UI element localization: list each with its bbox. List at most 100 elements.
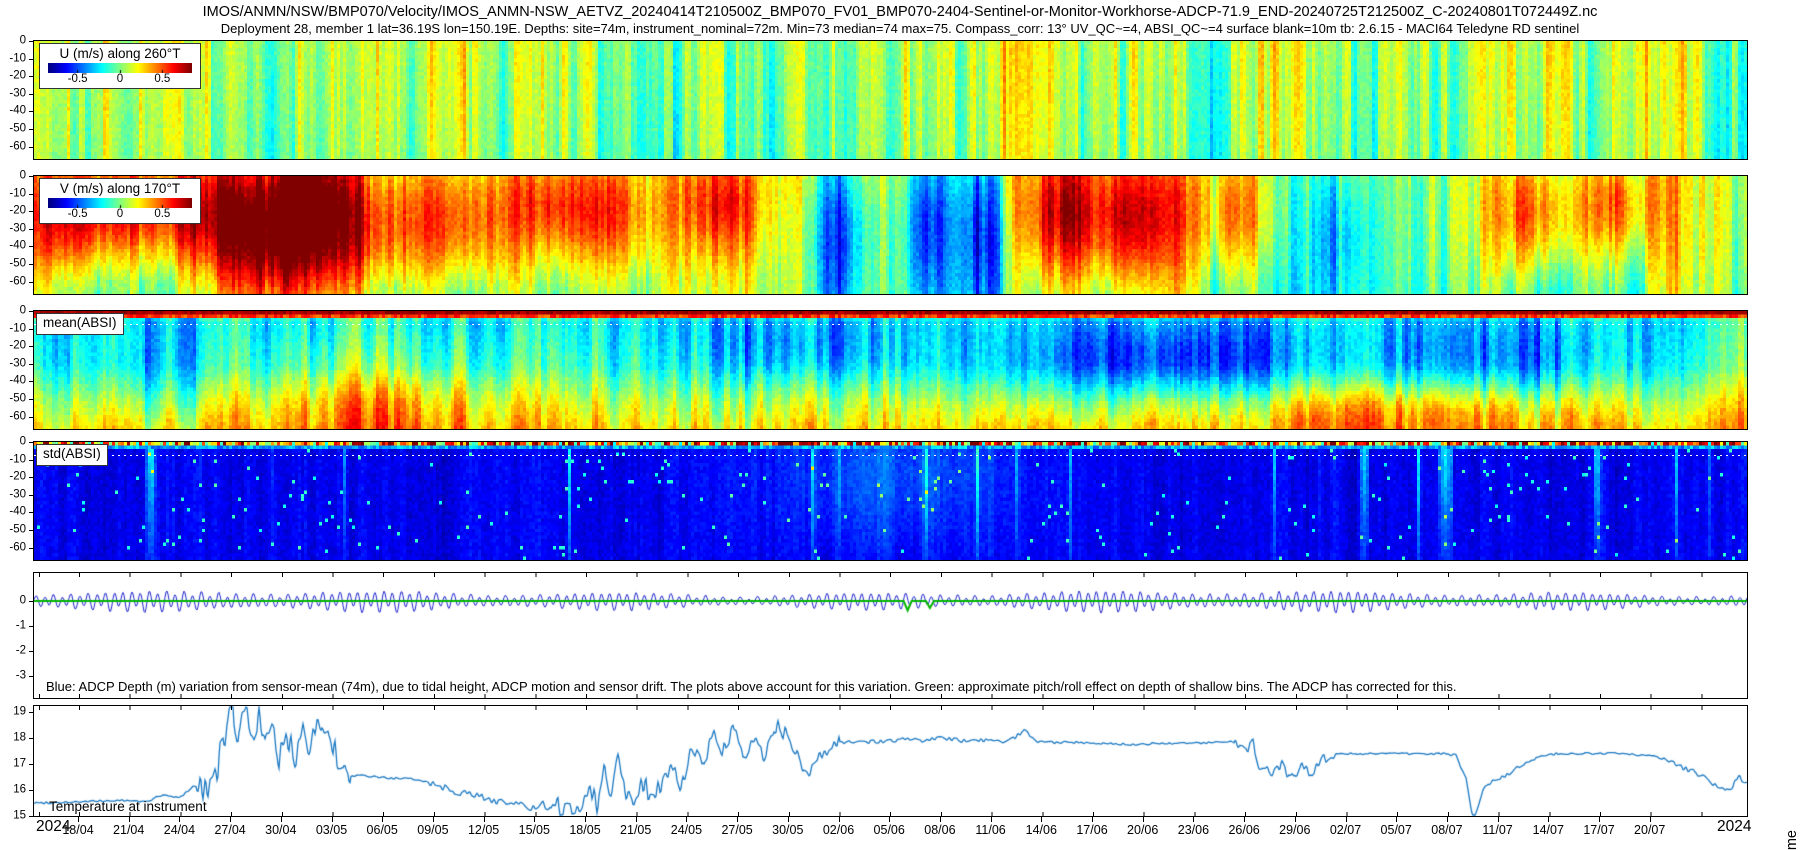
y-tick-label: -60 [9,540,26,553]
x-tick-mark [1446,817,1448,822]
y-tick-label: -20 [9,69,26,82]
y-tick-label: -2 [15,644,26,657]
y-tick-label: -1 [15,619,26,632]
y-tick-label: -30 [9,357,26,370]
x-tick-mark [1548,817,1550,822]
y-tick-label: -10 [9,51,26,64]
v-colorbar-ticks: -0.5 0 0.5 [48,208,192,221]
y-tick-mark [29,228,34,230]
y-tick-label: -50 [9,523,26,536]
y-tick-mark [29,41,34,42]
y-tick-mark [29,363,34,365]
y-tick-mark [29,381,34,383]
depth-variation-annotation: Blue: ADCP Depth (m) variation from sens… [46,679,1457,694]
y-tick-label: -20 [9,339,26,352]
v-velocity-legend: V (m/s) along 170°T -0.5 0 0.5 [39,178,201,224]
x-tick-mark [1497,817,1499,822]
x-tick-mark [432,817,434,822]
x-tick-mark [1244,817,1246,822]
y-tick-mark [29,530,34,531]
y-tick-mark [29,626,34,627]
x-tick-mark [585,817,586,822]
x-tick-mark [382,817,384,822]
x-tick-mark [1294,817,1296,822]
y-tick-mark [29,442,34,443]
x-tick-mark [635,817,637,822]
y-tick-mark [29,146,34,148]
panel-temperature: Temperature at instrument 19 18 17 16 15 [13,705,1748,821]
y-tick-label: -60 [9,139,26,152]
x-tick-mark [78,817,79,822]
date-axis: 18/04 21/04 24/04 27/04 30/04 03/05 06/05 09/05… [33,817,1746,847]
mean-absi-label: mean(ABSI) [36,313,124,335]
y-tick-label: -10 [9,186,26,199]
y-tick-label: 0 [19,169,26,182]
colorbar-tick-label: 0 [116,208,124,220]
y-tick-mark [29,211,34,213]
x-tick-mark [179,817,181,822]
x-tick-mark [331,817,333,822]
adcp-summary-figure: IMOS/ANMN/NSW/BMP070/Velocity/IMOS_ANMN-… [0,0,1800,850]
y-tick-mark [29,193,34,195]
y-tick-label: -30 [9,87,26,100]
x-tick-mark [787,817,789,822]
std-absi-heatmap [34,442,1747,560]
v-velocity-heatmap [34,176,1747,294]
panel-std-absi: std(ABSI) 0 -10 -20 -30 -40 -50 -60 [9,436,1748,561]
year-label-left: 2024 [36,818,71,835]
y-tick-label: -40 [9,239,26,252]
temperature-label: Temperature at instrument [49,799,207,814]
y-tick-mark [29,111,34,113]
y-tick-mark [29,738,34,739]
surface-blank-dotted-line [34,324,1747,325]
x-inner-ticks-bottom [34,812,1747,816]
x-tick-mark [1041,817,1043,822]
y-tick-mark [29,601,34,602]
y-tick-mark [29,129,34,130]
panel-depth-variation: Blue: ADCP Depth (m) variation from sens… [16,572,1748,699]
y-tick-label: -3 [15,669,26,682]
x-tick-mark [1599,817,1600,822]
y-tick-label: -60 [9,274,26,287]
year-label-right: 2024 [1717,818,1752,835]
figure-title-line2: Deployment 28, member 1 lat=36.19S lon=1… [220,21,1580,36]
y-tick-label: -40 [9,104,26,117]
x-tick-mark [889,817,891,822]
x-inner-ticks-bottom [34,694,1747,698]
y-tick-mark [29,712,34,713]
colorbar-tick-label: 0.5 [154,208,171,220]
y-tick-mark [29,494,34,496]
y-tick-label: -40 [9,374,26,387]
x-tick-mark [838,817,840,822]
y-tick-label: -10 [9,452,26,465]
x-tick-mark [230,817,232,822]
y-tick-mark [29,93,34,95]
y-tick-label: -60 [9,409,26,422]
imos-watermark: © IMOS 21-Dec-2024 03:34:08 Hobart time [1784,830,1800,850]
x-tick-mark [534,817,536,822]
x-tick-mark [1142,817,1144,822]
colorbar-tick-label: -0.5 [67,208,88,220]
y-tick-label: -10 [9,321,26,334]
x-tick-mark [1649,817,1651,822]
y-tick-mark [29,547,34,549]
y-tick-label: 19 [13,705,26,718]
y-tick-mark [29,416,34,418]
y-tick-mark [29,246,34,248]
x-inner-ticks-top [34,573,1747,577]
temperature-plot [34,706,1747,816]
y-tick-label: 0 [19,435,26,448]
y-tick-label: -30 [9,488,26,501]
y-tick-label: 0 [19,594,26,607]
x-tick-mark [686,817,688,822]
y-tick-mark [29,346,34,348]
u-colorbar-ticks: -0.5 0 0.5 [48,73,192,86]
colorbar-tick-label: -0.5 [67,73,88,85]
y-tick-label: -20 [9,204,26,217]
y-tick-mark [29,328,34,330]
x-inner-ticks-top [34,706,1747,710]
y-tick-mark [29,512,34,514]
y-tick-label: -50 [9,257,26,270]
y-tick-label: 16 [13,783,26,796]
y-tick-label: 0 [19,304,26,317]
